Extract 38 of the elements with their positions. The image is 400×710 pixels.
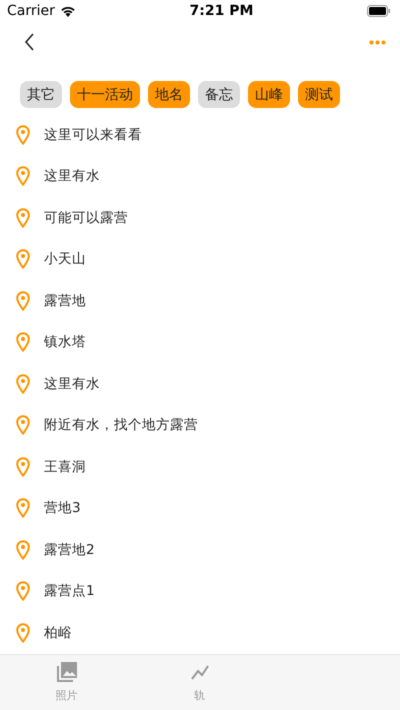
location-pin-icon [16, 581, 30, 602]
place-name[interactable]: 附近有水，找个地方露营 [44, 416, 198, 434]
location-pin-icon [16, 622, 30, 643]
tag-chip[interactable]: 山峰 [248, 81, 290, 108]
location-pin-icon [16, 332, 30, 352]
place-name[interactable]: 露营地 [44, 292, 86, 310]
tag-chip[interactable]: 测试 [298, 81, 340, 108]
location-pin-icon [16, 415, 30, 436]
location-pin-icon [16, 290, 30, 311]
tag-chip[interactable]: 地名 [148, 81, 190, 108]
place-name[interactable]: 露营点1 [44, 582, 95, 600]
tag-chip[interactable]: 十一活动 [70, 81, 140, 108]
place-name[interactable]: 镇水塔 [44, 333, 86, 352]
place-name[interactable]: 营地3 [44, 499, 81, 518]
tag-chip[interactable]: 备忘 [198, 81, 240, 108]
place-name[interactable]: 露营地2 [44, 540, 95, 559]
location-pin-icon [16, 208, 30, 228]
place-name[interactable]: 这里有水 [44, 167, 100, 186]
wifi-icon [60, 4, 76, 17]
place-name[interactable]: 这里可以来看看 [44, 126, 142, 144]
place-name[interactable]: 王喜洞 [44, 458, 86, 476]
place-name[interactable]: 可能可以露营 [44, 208, 128, 227]
location-pin-icon [16, 374, 30, 394]
location-pin-icon [16, 456, 30, 477]
place-name[interactable]: 这里有水 [44, 374, 100, 393]
place-name[interactable]: 小天山 [44, 250, 86, 268]
location-pin-icon [16, 124, 30, 145]
clock-time: 7:21 PM [190, 2, 254, 19]
place-name[interactable]: 柏峪 [44, 624, 72, 642]
photo-icon [56, 661, 78, 684]
battery-icon [367, 4, 391, 17]
tag-chip[interactable]: 其它 [20, 81, 62, 108]
location-pin-icon [16, 498, 30, 518]
location-pin-icon [16, 249, 30, 270]
back-icon[interactable] [24, 33, 35, 52]
location-pin-icon [16, 166, 30, 186]
carrier-label: Carrier [7, 2, 55, 19]
location-pin-icon [16, 540, 30, 560]
